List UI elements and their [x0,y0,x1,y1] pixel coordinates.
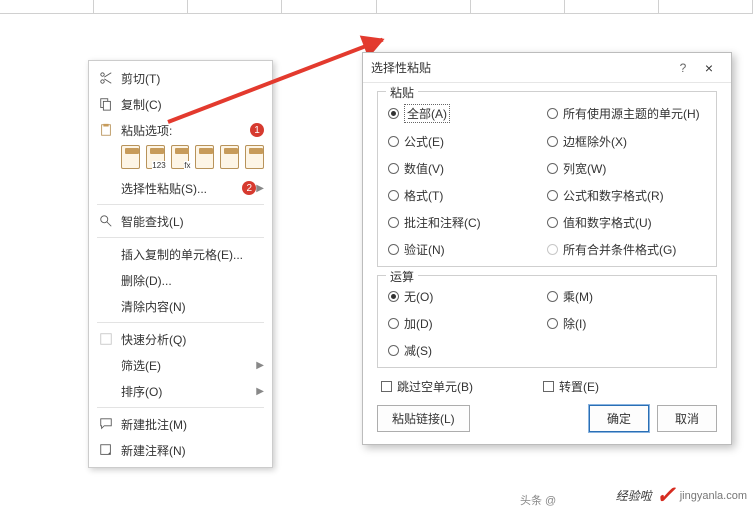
menu-new-comment[interactable]: 新建批注(M) [89,411,272,437]
menu-clear[interactable]: 清除内容(N) [89,293,272,319]
menu-paste-special[interactable]: 选择性粘贴(S)... 2 ▶ [89,175,272,201]
radio-theme[interactable]: 所有使用源主题的单元(H) [547,104,706,123]
note-icon [97,443,115,457]
comment-icon [97,417,115,431]
paste-icon-all[interactable] [121,145,140,169]
paste-icon-link[interactable] [245,145,264,169]
spreadsheet-cells [0,0,753,14]
radio-no-border[interactable]: 边框除外(X) [547,133,706,150]
check-skip-blanks[interactable]: 跳过空单元(B) [381,378,473,395]
menu-paste-options-label: 粘贴选项: [121,122,246,139]
separator [97,322,264,323]
menu-delete[interactable]: 删除(D)... [89,267,272,293]
chevron-right-icon: ▶ [256,386,264,397]
paste-group-label: 粘贴 [386,84,418,101]
chevron-right-icon: ▶ [256,360,264,371]
search-icon [97,214,115,228]
menu-new-comment-label: 新建批注(M) [121,416,264,433]
menu-smart-lookup-label: 智能查找(L) [121,213,264,230]
ok-button[interactable]: 确定 [589,405,649,432]
menu-cut-label: 剪切(T) [121,70,264,87]
paste-icon-transpose[interactable] [195,145,214,169]
paste-group: 粘贴 全部(A) 所有使用源主题的单元(H) 公式(E) 边框除外(X) 数值(… [377,91,717,267]
menu-filter-label: 筛选(E) [121,357,256,374]
radio-formats[interactable]: 格式(T) [388,187,547,204]
context-menu: 剪切(T) 复制(C) 粘贴选项: 1 123 fx 选择性粘贴(S)... 2… [88,60,273,468]
menu-sort-label: 排序(O) [121,383,256,400]
menu-new-note[interactable]: 新建注释(N) [89,437,272,463]
quick-analysis-icon [97,332,115,346]
operation-group: 运算 无(O) 乘(M) 加(D) 除(I) 减(S) [377,275,717,368]
badge-1: 1 [250,123,264,137]
watermark: 经验啦✓ jingyanla.com [616,481,747,510]
paste-link-button[interactable]: 粘贴链接(L) [377,405,470,432]
radio-multiply[interactable]: 乘(M) [547,288,706,305]
help-button[interactable]: ? [671,61,695,75]
radio-formulas[interactable]: 公式(E) [388,133,547,150]
dialog-titlebar: 选择性粘贴 ? × [363,53,731,83]
separator [97,204,264,205]
radio-formula-num[interactable]: 公式和数字格式(R) [547,187,706,204]
radio-values[interactable]: 数值(V) [388,160,547,177]
radio-value-num[interactable]: 值和数字格式(U) [547,214,706,231]
paste-icon-formulas[interactable]: fx [171,145,190,169]
menu-paste-options: 粘贴选项: 1 [89,117,272,143]
menu-smart-lookup[interactable]: 智能查找(L) [89,208,272,234]
paste-icon-row: 123 fx [89,143,272,175]
check-icon: ✓ [656,481,676,510]
radio-subtract[interactable]: 减(S) [388,342,547,359]
menu-insert-copied[interactable]: 插入复制的单元格(E)... [89,241,272,267]
menu-quick-analysis: 快速分析(Q) [89,326,272,352]
menu-insert-copied-label: 插入复制的单元格(E)... [121,246,264,263]
radio-cond-format: 所有合并条件格式(G) [547,241,706,258]
clipboard-icon [97,123,115,137]
cancel-button[interactable]: 取消 [657,405,717,432]
menu-paste-special-label: 选择性粘贴(S)... [121,180,238,197]
badge-2: 2 [242,181,256,195]
copy-icon [97,97,115,111]
checkbox-row: 跳过空单元(B) 转置(E) [381,378,713,395]
dialog-title: 选择性粘贴 [371,59,671,76]
radio-all[interactable]: 全部(A) [388,104,547,123]
check-transpose[interactable]: 转置(E) [543,378,599,395]
menu-sort[interactable]: 排序(O) ▶ [89,378,272,404]
close-button[interactable]: × [695,60,723,76]
chevron-right-icon: ▶ [256,183,264,194]
menu-clear-label: 清除内容(N) [121,298,264,315]
dialog-buttons: 粘贴链接(L) 确定 取消 [377,405,717,432]
menu-filter[interactable]: 筛选(E) ▶ [89,352,272,378]
separator [97,237,264,238]
paste-special-dialog: 选择性粘贴 ? × 粘贴 全部(A) 所有使用源主题的单元(H) 公式(E) 边… [362,52,732,445]
toutiao-watermark: 头条 @ [520,492,556,508]
operation-group-label: 运算 [386,268,418,285]
radio-comments[interactable]: 批注和注释(C) [388,214,547,231]
radio-add[interactable]: 加(D) [388,315,547,332]
radio-divide[interactable]: 除(I) [547,315,706,332]
menu-new-note-label: 新建注释(N) [121,442,264,459]
paste-icon-values[interactable]: 123 [146,145,165,169]
menu-delete-label: 删除(D)... [121,272,264,289]
radio-colwidth[interactable]: 列宽(W) [547,160,706,177]
menu-copy[interactable]: 复制(C) [89,91,272,117]
scissors-icon [97,71,115,85]
radio-validation[interactable]: 验证(N) [388,241,547,258]
menu-quick-analysis-label: 快速分析(Q) [121,331,264,348]
radio-none[interactable]: 无(O) [388,288,547,305]
paste-icon-formatting[interactable] [220,145,239,169]
menu-cut[interactable]: 剪切(T) [89,65,272,91]
separator [97,407,264,408]
